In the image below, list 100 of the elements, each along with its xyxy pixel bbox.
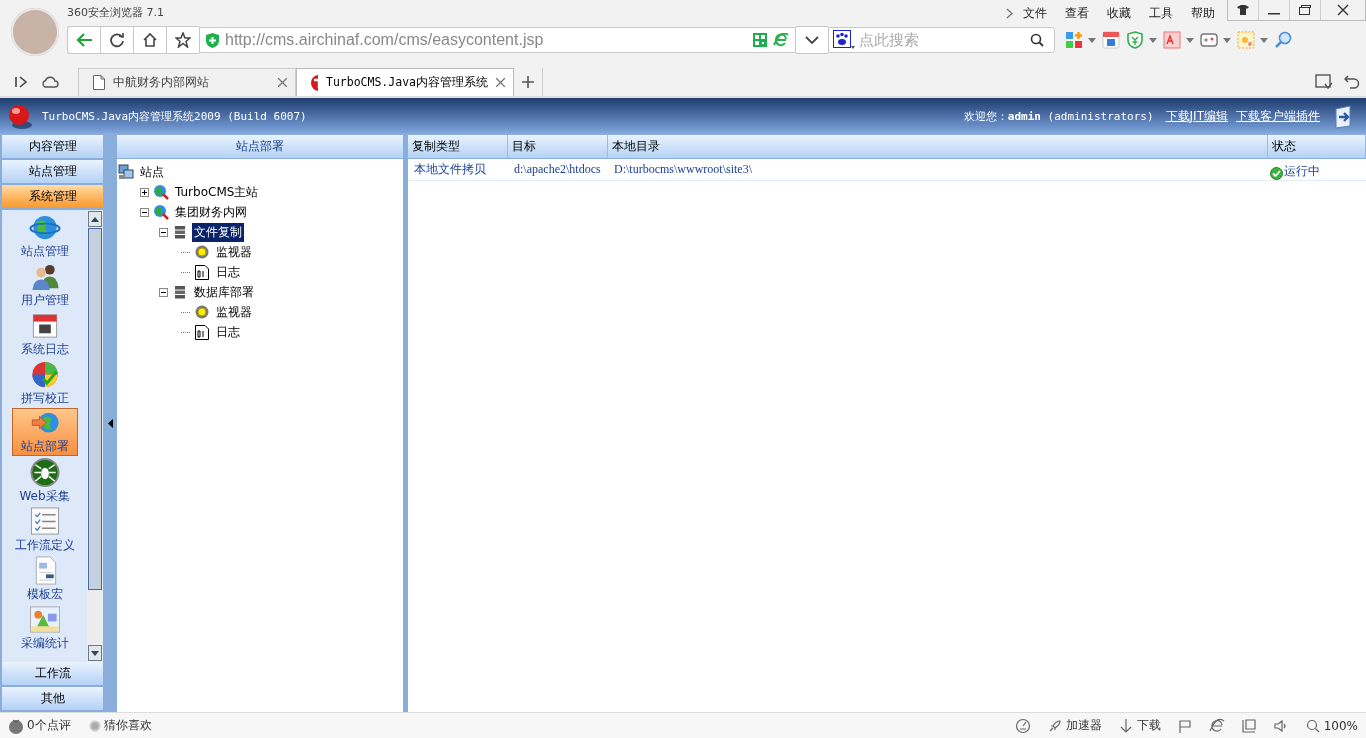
tree-item[interactable]: 日志	[214, 262, 242, 282]
caret-icon[interactable]	[1149, 37, 1157, 43]
status-link[interactable]: 0个点评	[27, 717, 71, 734]
nav-item[interactable]: 站点部署	[11, 408, 78, 456]
server-icon	[172, 284, 188, 300]
plus-icon	[140, 187, 149, 197]
address-field[interactable]: http://cms.airchinaf.com/cms/easycontent.jsp	[199, 27, 796, 53]
status-link[interactable]: 猜你喜欢	[103, 717, 152, 734]
collapse-toggle[interactable]	[159, 227, 170, 237]
tree-item[interactable]: 数据库部署	[192, 282, 256, 302]
menu-item[interactable]: 查看	[1065, 4, 1089, 22]
down-arrow-icon	[91, 650, 99, 656]
menu-item[interactable]: 帮助	[1191, 4, 1215, 22]
scroll-up-button[interactable]	[88, 211, 102, 227]
nav-item[interactable]: 拼写校正	[11, 359, 78, 407]
nav-item[interactable]: 工作流定义	[11, 506, 78, 554]
gamepad-icon[interactable]	[1200, 31, 1218, 49]
nav-item[interactable]: 系统日志	[11, 310, 78, 358]
reload-button[interactable]	[100, 26, 133, 54]
home-button[interactable]	[133, 26, 166, 54]
translate-icon[interactable]	[1102, 31, 1120, 49]
tree-item[interactable]: 集团财务内网	[173, 202, 249, 222]
menu-item[interactable]: 收藏	[1107, 4, 1131, 22]
caret-icon[interactable]	[1223, 37, 1231, 43]
window-icon[interactable]	[1240, 717, 1257, 734]
browser-tab[interactable]: TurboCMS.Java内容管理系统	[296, 68, 514, 96]
binary-file-icon	[194, 324, 210, 340]
menu-item[interactable]: 文件	[1023, 4, 1047, 22]
close-tab-icon[interactable]	[278, 78, 287, 87]
computer-icon	[118, 164, 134, 180]
tree-item[interactable]: 监视器	[214, 302, 254, 322]
search-box[interactable]: 点此搜索	[828, 27, 1055, 53]
nav-item[interactable]: 模板宏	[11, 555, 78, 603]
apps-icon[interactable]	[1065, 31, 1083, 49]
flag-icon[interactable]	[1176, 717, 1193, 734]
collapse-toggle[interactable]	[140, 207, 151, 217]
qr-code-icon[interactable]	[753, 33, 767, 47]
tree-item[interactable]: 监视器	[214, 242, 254, 262]
panel-title: 站点部署	[117, 135, 403, 159]
status-button[interactable]: 加速器	[1065, 717, 1102, 734]
ie-icon[interactable]	[1208, 717, 1225, 734]
tree-item[interactable]: TurboCMS主站	[173, 182, 261, 202]
scroll-down-button[interactable]	[88, 645, 102, 661]
collapse-arrow-icon[interactable]	[107, 419, 113, 428]
search-icon[interactable]	[1030, 33, 1044, 47]
minus-icon	[159, 287, 168, 297]
scroll-thumb[interactable]	[88, 228, 102, 590]
column-header[interactable]: 状态	[1268, 135, 1366, 158]
browser-tab[interactable]: 中航财务内部网站	[78, 68, 296, 96]
nav-section[interactable]: 内容管理	[2, 135, 103, 160]
download-link[interactable]: 下载JIT编辑	[1165, 108, 1228, 125]
ie-icon[interactable]	[773, 33, 789, 47]
magnifier-icon[interactable]	[1274, 31, 1292, 49]
nav-item[interactable]: Web采集	[11, 457, 78, 505]
column-header[interactable]: 本地目录	[608, 135, 1268, 158]
bookmark-button[interactable]	[166, 26, 199, 54]
nav-section[interactable]: 系统管理	[2, 185, 103, 210]
nav-item[interactable]: 采编统计	[11, 604, 78, 652]
download-link[interactable]: 下载客户端插件	[1236, 108, 1320, 125]
close-icon	[278, 78, 287, 87]
status-button[interactable]: 100%	[1323, 718, 1358, 733]
zoom-icon[interactable]	[1304, 717, 1321, 734]
expand-toggle[interactable]	[140, 187, 151, 197]
nav-section[interactable]: 其他	[2, 687, 103, 712]
shield-icon[interactable]	[1126, 31, 1144, 49]
minus-icon	[140, 207, 149, 217]
font-icon[interactable]	[1163, 31, 1181, 49]
ball-logo	[8, 102, 34, 131]
scrollbar[interactable]	[87, 210, 103, 662]
nav-item[interactable]: 用户管理	[11, 261, 78, 309]
window-title: 360安全浏览器 7.1	[67, 4, 164, 20]
app-title: TurboCMS.Java内容管理系统2009 (Build 6007)	[42, 109, 307, 124]
column-header[interactable]: 目标	[508, 135, 608, 158]
restore-icon	[1299, 5, 1311, 15]
chevron-icon[interactable]	[1006, 7, 1013, 19]
tree-item[interactable]: 文件复制	[192, 222, 244, 242]
menu-item[interactable]: 工具	[1149, 4, 1173, 22]
collapse-toggle[interactable]	[159, 287, 170, 297]
back-arrow-icon	[75, 32, 93, 48]
sun-icon	[194, 244, 210, 260]
star-icon	[175, 32, 191, 48]
dropdown-button[interactable]	[796, 26, 828, 54]
speedometer-icon[interactable]	[1014, 717, 1031, 734]
speaker-icon[interactable]	[1272, 717, 1289, 734]
close-tab-icon[interactable]	[496, 78, 505, 87]
globe-magnifier-icon	[153, 184, 169, 200]
tree-item[interactable]: 站点	[138, 162, 166, 182]
nav-section[interactable]: 站点管理	[2, 160, 103, 185]
reload-icon	[109, 32, 125, 48]
nav-section[interactable]: 工作流	[2, 662, 103, 687]
status-text: 运行中	[1284, 163, 1320, 180]
caret-icon[interactable]	[1088, 37, 1096, 43]
column-header[interactable]: 复制类型	[408, 135, 508, 158]
status-button[interactable]: 下载	[1136, 717, 1161, 734]
paw-icon[interactable]	[833, 30, 855, 50]
nav-item[interactable]: 站点管理	[11, 212, 78, 260]
table-cell-text: 本地文件拷贝	[413, 161, 487, 178]
caret-icon[interactable]	[1260, 37, 1268, 43]
caret-icon[interactable]	[1186, 37, 1194, 43]
tree-item[interactable]: 日志	[214, 322, 242, 342]
